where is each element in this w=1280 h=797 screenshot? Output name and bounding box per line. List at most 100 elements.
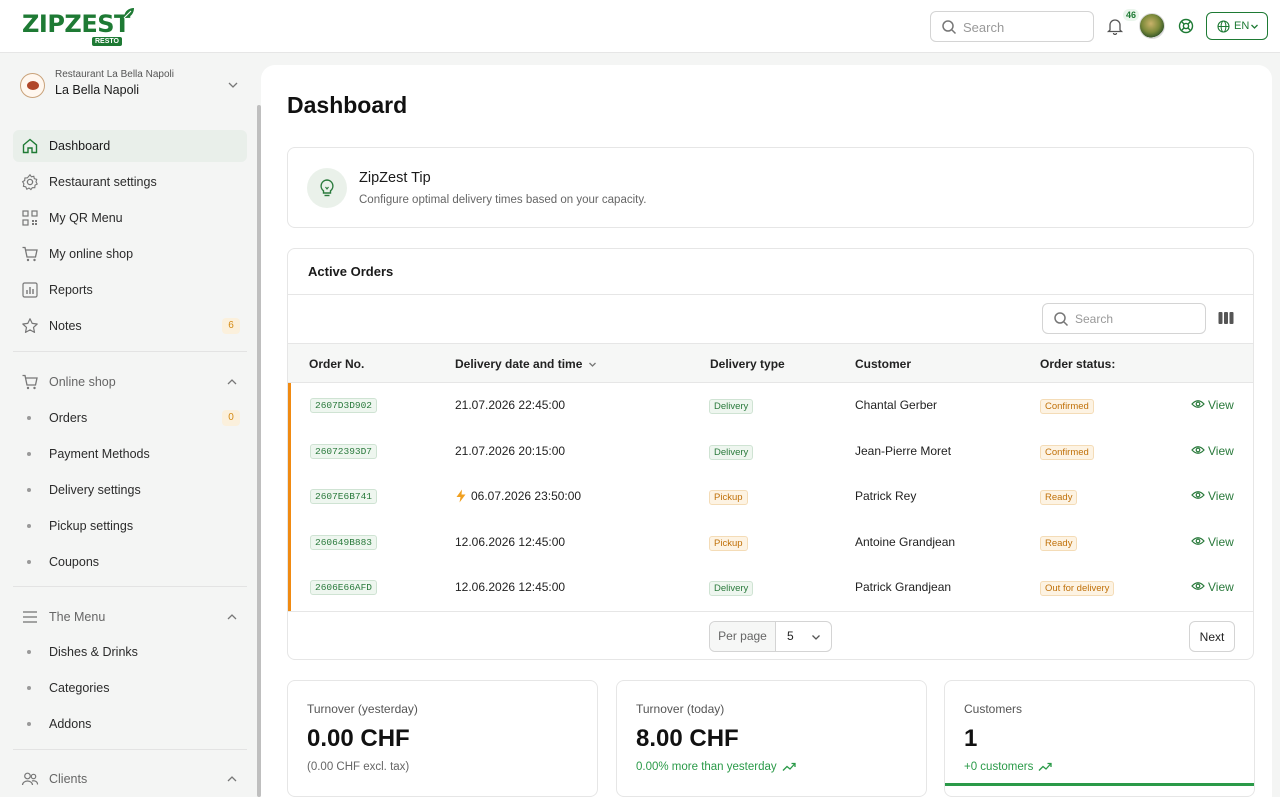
eye-icon: [1191, 491, 1205, 499]
view-order-button[interactable]: View: [1191, 534, 1237, 550]
chevron-down-icon: [812, 635, 820, 640]
table-row[interactable]: 2607D3D902 21.07.2026 22:45:00 Delivery …: [288, 383, 1253, 429]
order-number[interactable]: 26072393D7: [310, 443, 378, 459]
stat-value: 8.00 CHF: [636, 725, 739, 752]
sidebar-subitem-categories[interactable]: Categories: [13, 673, 247, 703]
divider: [13, 351, 247, 352]
stat-value: 0.00 CHF: [307, 725, 410, 752]
cart-icon: [22, 246, 38, 262]
star-icon: [22, 318, 38, 333]
delivery-datetime: 12.06.2026 12:45:00: [455, 534, 566, 549]
sidebar-subitem-label: Addons: [49, 717, 92, 731]
column-header-label: Delivery date and time: [455, 357, 583, 371]
home-icon: [22, 138, 38, 154]
chevron-down-icon: [228, 82, 238, 88]
view-order-button[interactable]: View: [1191, 397, 1237, 413]
divider: [288, 611, 1253, 612]
view-order-button[interactable]: View: [1191, 443, 1237, 459]
tip-title: ZipZest Tip: [359, 170, 431, 186]
sidebar-item-reports[interactable]: Reports: [13, 274, 247, 306]
sidebar-section-menu[interactable]: The Menu: [13, 601, 247, 633]
stat-card-turnover-yesterday: Turnover (yesterday) 0.00 CHF (0.00 CHF …: [287, 680, 598, 797]
qr-code-icon: [22, 210, 38, 226]
orders-search[interactable]: [1042, 303, 1206, 334]
bullet: [27, 452, 31, 456]
column-header-delivery-type[interactable]: Delivery type: [710, 357, 785, 371]
lightbulb-icon: [320, 179, 334, 197]
sidebar-subitem-label: Delivery settings: [49, 483, 141, 497]
column-header-order-status[interactable]: Order status:: [1040, 357, 1115, 371]
gear-icon: [21, 173, 38, 191]
sidebar-subitem-label: Payment Methods: [49, 447, 150, 461]
order-number[interactable]: 2607E6B741: [310, 489, 378, 504]
header-search[interactable]: [930, 11, 1094, 42]
stat-subtext-label: 0.00% more than yesterday: [636, 761, 777, 773]
table-row[interactable]: 2606E66AFD 12.06.2026 12:45:00 Delivery …: [288, 565, 1253, 611]
bell-icon[interactable]: [1106, 17, 1124, 35]
row-accent: [288, 565, 291, 611]
status-badge: Confirmed: [1040, 444, 1094, 460]
customer-name: Patrick Rey: [855, 489, 917, 503]
status-badge: Ready: [1040, 535, 1078, 551]
eye-icon: [1191, 445, 1205, 454]
row-accent: [288, 428, 291, 474]
column-header-customer[interactable]: Customer: [855, 357, 911, 371]
delivery-type-badge: Delivery: [709, 581, 754, 596]
column-header-delivery-datetime[interactable]: Delivery date and time: [455, 357, 597, 371]
status-badge: Ready: [1040, 490, 1078, 505]
header-search-input[interactable]: [963, 18, 1083, 36]
active-orders-title: Active Orders: [308, 264, 394, 279]
order-number[interactable]: 2606E66AFD: [310, 580, 378, 595]
bullet: [27, 524, 31, 528]
view-order-button[interactable]: View: [1191, 488, 1237, 504]
delivery-type-badge: Pickup: [709, 490, 748, 505]
sidebar-item-dashboard[interactable]: Dashboard: [13, 130, 247, 162]
sidebar-item-restaurant-settings[interactable]: Restaurant settings: [13, 166, 247, 198]
per-page-select[interactable]: Per page 5: [709, 621, 832, 652]
sidebar-subitem-payment-methods[interactable]: Payment Methods: [13, 439, 247, 469]
orders-count-badge: 0: [222, 410, 240, 426]
customer-name: Patrick Grandjean: [855, 580, 952, 594]
sidebar-subitem-addons[interactable]: Addons: [13, 709, 247, 739]
status-badge: Confirmed: [1040, 399, 1094, 414]
user-avatar[interactable]: [1139, 13, 1165, 39]
sidebar-section-online-shop[interactable]: Online shop: [13, 366, 247, 398]
delivery-datetime: 21.07.2026 22:45:00: [455, 398, 566, 412]
orders-search-input[interactable]: [1075, 310, 1195, 328]
sidebar-subitem-pickup-settings[interactable]: Pickup settings: [13, 511, 247, 541]
restaurant-switcher[interactable]: Restaurant La Bella Napoli La Bella Napo…: [20, 69, 246, 105]
stat-value: 1: [964, 725, 978, 752]
support-icon[interactable]: [1178, 18, 1194, 34]
sidebar-subitem-coupons[interactable]: Coupons: [13, 547, 247, 577]
sidebar-item-online-shop[interactable]: My online shop: [13, 238, 247, 270]
table-row[interactable]: 2607E6B741 06.07.2026 23:50:00 Pickup Pa…: [288, 474, 1253, 520]
columns-icon[interactable]: [1218, 311, 1234, 325]
users-icon: [21, 772, 39, 786]
next-page-button[interactable]: Next: [1189, 621, 1235, 652]
view-order-button[interactable]: View: [1191, 579, 1237, 595]
view-label: View: [1208, 398, 1234, 412]
chevron-up-icon: [227, 379, 237, 385]
sidebar-subitem-orders[interactable]: Orders 0: [13, 403, 247, 433]
stat-label: Turnover (today): [636, 702, 725, 716]
chevron-up-icon: [227, 776, 237, 782]
language-selector[interactable]: EN: [1206, 12, 1268, 40]
tip-icon-wrap: [307, 168, 347, 208]
table-row[interactable]: 260649B883 12.06.2026 12:45:00 Pickup An…: [288, 519, 1253, 565]
sidebar-subitem-dishes-drinks[interactable]: Dishes & Drinks: [13, 637, 247, 667]
top-header: ZIPZEST RESTO 46 EN: [0, 0, 1280, 53]
bullet: [27, 722, 31, 726]
sidebar-item-qr-menu[interactable]: My QR Menu: [13, 202, 247, 234]
sidebar-item-notes[interactable]: Notes 6: [13, 310, 247, 342]
notification-count: 46: [1123, 9, 1140, 21]
order-number[interactable]: 2607D3D902: [310, 398, 378, 413]
eye-icon: [1191, 582, 1205, 590]
menu-list-icon: [23, 611, 37, 623]
sidebar-section-clients[interactable]: Clients: [13, 763, 247, 795]
brand-logo[interactable]: ZIPZEST RESTO: [22, 6, 142, 48]
sidebar-section-label: Clients: [49, 772, 88, 786]
table-row[interactable]: 26072393D7 21.07.2026 20:15:00 Delivery …: [288, 428, 1253, 474]
sidebar-subitem-delivery-settings[interactable]: Delivery settings: [13, 475, 247, 505]
order-number[interactable]: 260649B883: [310, 534, 378, 550]
column-header-order-no[interactable]: Order No.: [309, 357, 364, 371]
